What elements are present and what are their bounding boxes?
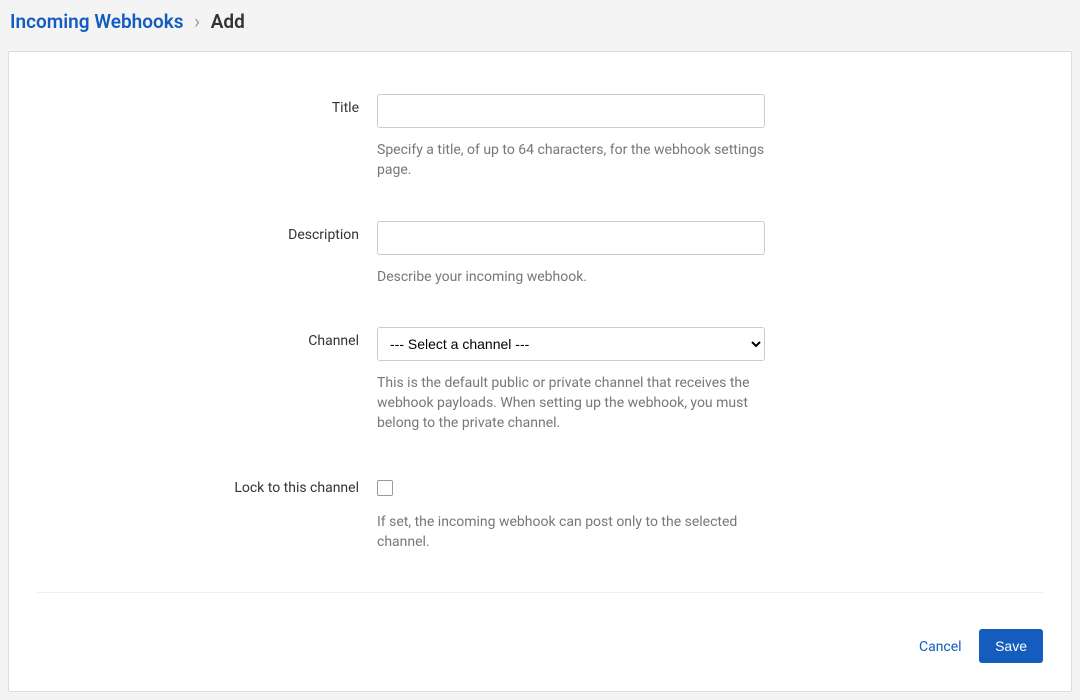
lock-checkbox[interactable] xyxy=(377,480,393,496)
channel-select[interactable]: --- Select a channel --- xyxy=(377,327,765,361)
title-row: Title Specify a title, of up to 64 chara… xyxy=(37,94,1043,181)
lock-label: Lock to this channel xyxy=(37,474,377,553)
form-footer: Cancel Save xyxy=(37,592,1043,663)
channel-help: This is the default public or private ch… xyxy=(377,373,765,434)
title-input[interactable] xyxy=(377,94,765,128)
form-panel: Title Specify a title, of up to 64 chara… xyxy=(8,51,1072,692)
chevron-right-icon: › xyxy=(194,10,200,33)
save-button[interactable]: Save xyxy=(979,629,1043,663)
channel-label: Channel xyxy=(37,327,377,434)
title-help: Specify a title, of up to 64 characters,… xyxy=(377,140,765,181)
cancel-button[interactable]: Cancel xyxy=(919,639,962,655)
description-help: Describe your incoming webhook. xyxy=(377,267,765,287)
description-label: Description xyxy=(37,221,377,287)
breadcrumb-parent-link[interactable]: Incoming Webhooks xyxy=(10,10,184,33)
description-row: Description Describe your incoming webho… xyxy=(37,221,1043,287)
lock-row: Lock to this channel If set, the incomin… xyxy=(37,474,1043,553)
channel-row: Channel --- Select a channel --- This is… xyxy=(37,327,1043,434)
description-input[interactable] xyxy=(377,221,765,255)
lock-help: If set, the incoming webhook can post on… xyxy=(377,512,765,553)
title-label: Title xyxy=(37,94,377,181)
breadcrumb: Incoming Webhooks › Add xyxy=(0,0,1080,51)
breadcrumb-current: Add xyxy=(211,10,245,33)
